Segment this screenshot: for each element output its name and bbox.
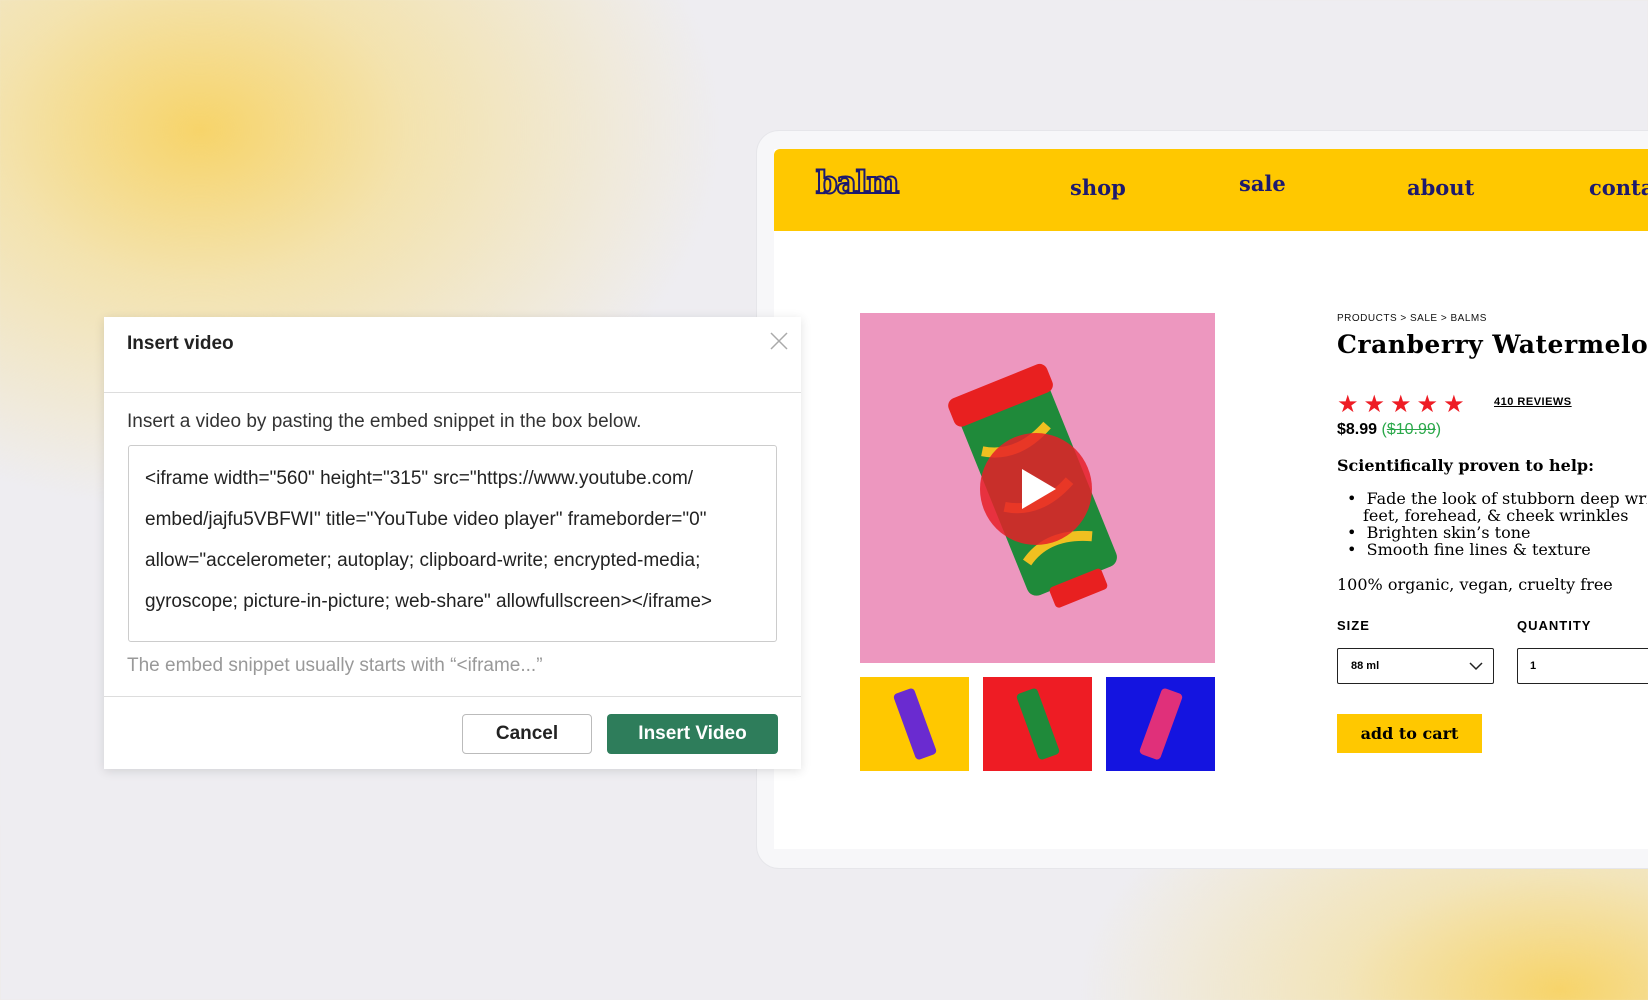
site-nav: balm shop sale about contact [774,149,1648,231]
product-video[interactable] [860,313,1215,663]
snippet-line: allow="accelerometer; autoplay; clipboar… [145,550,701,571]
benefit-item: • Smooth fine lines & texture [1347,540,1591,558]
size-select[interactable]: 88 ml [1337,648,1494,684]
tube-thumb-icon [1139,688,1183,760]
dialog-instruction: Insert a video by pasting the embed snip… [127,411,642,432]
benefit-item: • Brighten skin’s tone [1347,523,1531,542]
size-label: SIZE [1337,618,1370,633]
dialog-title: Insert video [127,333,234,354]
nav-contact[interactable]: contact [1589,175,1648,200]
helper-text: The embed snippet usually starts with “<… [127,655,543,676]
divider [104,696,801,697]
quantity-label: QUANTITY [1517,618,1592,633]
chevron-down-icon [1469,662,1483,671]
benefit-text: feet, forehead, & cheek wrinkles [1363,506,1629,525]
tube-thumb-icon [893,688,937,760]
original-price: $10.99 [1386,421,1436,438]
claims-text: 100% organic, vegan, cruelty free [1337,575,1613,594]
thumbnail-3[interactable] [1106,677,1215,771]
insert-video-button[interactable]: Insert Video [607,714,778,754]
benefits-list: • Fade the look of stubborn deep wrin fe… [1347,490,1647,558]
embed-snippet-textarea[interactable]: <iframe width="560" height="315" src="ht… [128,445,777,642]
product-title: Cranberry Watermelon [1337,330,1648,359]
nav-sale[interactable]: sale [1239,171,1286,196]
close-icon[interactable] [769,331,789,351]
snippet-line: gyroscope; picture-in-picture; web-share… [145,591,712,612]
nav-shop[interactable]: shop [1070,175,1126,200]
insert-video-dialog: Insert video Insert a video by pasting t… [104,317,801,769]
tube-thumb-icon [1016,688,1060,760]
nav-about[interactable]: about [1407,175,1474,200]
snippet-line: <iframe width="560" height="315" src="ht… [145,468,694,489]
benefits-heading: Scientifically proven to help: [1337,456,1595,475]
benefit-item: • Fade the look of stubborn deep wrin [1347,490,1647,507]
quantity-input[interactable]: 1 [1517,648,1648,684]
size-value: 88 ml [1351,660,1380,672]
breadcrumb: PRODUCTS > SALE > BALMS [1337,313,1487,324]
benefit-text: Smooth fine lines & texture [1366,540,1591,558]
snippet-line: embed/jajfu5VBFWI" title="YouTube video … [145,509,707,530]
paren: ) [1435,421,1442,438]
add-to-cart-button[interactable]: add to cart [1337,714,1482,753]
reviews-link[interactable]: 410 REVIEWS [1494,396,1572,408]
play-button[interactable] [980,433,1092,545]
sale-price: $8.99 [1337,421,1378,438]
divider [104,392,801,393]
thumbnail-2[interactable] [983,677,1092,771]
play-icon [1022,469,1056,509]
balm-logo[interactable]: balm [815,164,900,202]
price: $8.99 ($10.99) [1337,421,1441,439]
star-rating: ★★★★★ [1337,391,1470,418]
thumbnail-1[interactable] [860,677,969,771]
cancel-button[interactable]: Cancel [462,714,592,754]
